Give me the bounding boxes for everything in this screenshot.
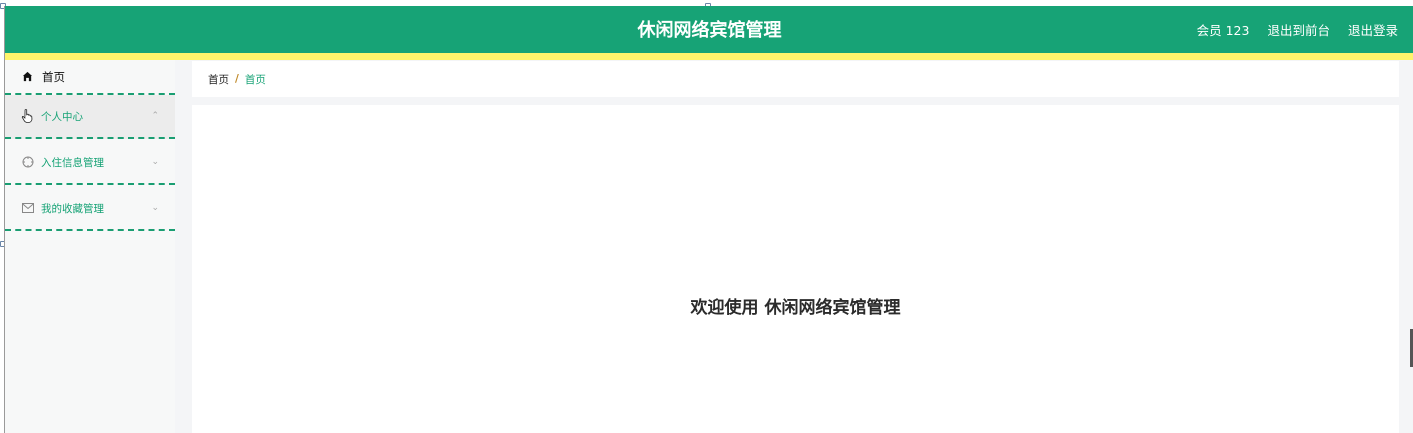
welcome-message: 欢迎使用 休闲网络宾馆管理 [690, 298, 901, 318]
sidebar-item-personal-center[interactable]: 个人中心 ⌃ [5, 95, 175, 139]
to-front-link[interactable]: 退出到前台 [1267, 20, 1330, 39]
chevron-up-icon: ⌃ [151, 111, 159, 121]
header-accent-stripe [5, 53, 1413, 60]
sidebar-item-favorites-management[interactable]: 我的收藏管理 ⌄ [5, 187, 175, 231]
sidebar: 首页 个人中心 ⌃ 入住信息管理 ⌄ 我的收藏管理 ⌄ [5, 60, 175, 433]
sidebar-item-label: 个人中心 [41, 110, 83, 123]
breadcrumb: 首页 / 首页 [192, 61, 1399, 97]
breadcrumb-separator: / [235, 73, 239, 85]
mail-icon [21, 202, 34, 215]
breadcrumb-home-link[interactable]: 首页 [208, 72, 229, 87]
sidebar-item-checkin-management[interactable]: 入住信息管理 ⌄ [5, 141, 175, 185]
app-window: 休闲网络宾馆管理 会员 123 退出到前台 退出登录 首页 个人中心 ⌃ 入住信… [4, 6, 1413, 433]
header-actions: 会员 123 退出到前台 退出登录 [1197, 20, 1398, 39]
logout-link[interactable]: 退出登录 [1348, 20, 1398, 39]
breadcrumb-current: 首页 [244, 73, 266, 86]
sidebar-item-label: 我的收藏管理 [41, 202, 104, 215]
hand-pointer-icon [21, 109, 34, 123]
sidebar-item-home[interactable]: 首页 [5, 60, 175, 93]
target-icon [21, 156, 34, 169]
chevron-down-icon: ⌄ [151, 203, 159, 213]
sidebar-item-label: 首页 [42, 69, 65, 84]
top-header: 休闲网络宾馆管理 会员 123 退出到前台 退出登录 [5, 6, 1413, 53]
main-content: 欢迎使用 休闲网络宾馆管理 [192, 105, 1399, 433]
user-label[interactable]: 会员 123 [1197, 20, 1250, 39]
chevron-down-icon: ⌄ [151, 157, 159, 167]
sidebar-item-label: 入住信息管理 [41, 156, 104, 169]
home-icon [21, 70, 34, 83]
